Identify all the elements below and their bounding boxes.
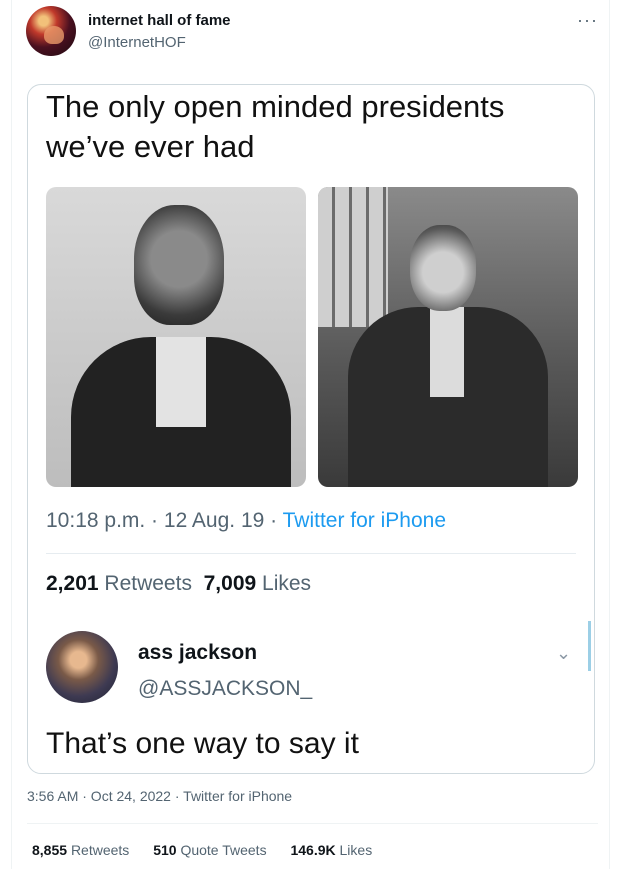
quoted-retweet-count: 2,201	[46, 572, 99, 595]
chevron-down-icon: ⌄	[556, 643, 572, 663]
reply-text: That’s one way to say it	[46, 727, 359, 760]
like-label: Likes	[339, 842, 373, 858]
tweet-view: internet hall of fame @InternetHOF ··· T…	[0, 0, 618, 869]
quoted-source: Twitter for iPhone	[282, 509, 447, 532]
quote-count: 510	[153, 842, 177, 858]
divider	[46, 553, 576, 554]
quoted-like-label: Likes	[262, 572, 312, 595]
quoted-like-count: 7,009	[203, 572, 257, 595]
like-count: 146.9K	[290, 842, 336, 858]
reply-handle: @ASSJACKSON_	[138, 677, 313, 700]
tweet-timestamp[interactable]: 3:56 AM · Oct 24, 2022 · Twitter for iPh…	[27, 788, 292, 804]
quoted-retweet-label: Retweets	[104, 572, 192, 595]
reply-name: ass jackson	[138, 641, 258, 664]
quoted-text: The only open minded presidents we’ve ev…	[46, 89, 505, 164]
quoted-stats: 2,201 Retweets 7,009 Likes	[46, 572, 311, 596]
retweet-count: 8,855	[32, 842, 68, 858]
reply-avatar	[46, 631, 118, 703]
more-icon[interactable]: ···	[577, 10, 598, 31]
retweet-label: Retweets	[70, 842, 130, 858]
quote-tweets-stat[interactable]: 510 Quote Tweets	[153, 842, 266, 858]
quoted-time: 10:18 p.m. · 12 Aug. 19 ·	[46, 509, 283, 532]
likes-stat[interactable]: 146.9K Likes	[290, 842, 372, 858]
quote-label: Quote Tweets	[180, 842, 267, 858]
tweet-header: internet hall of fame @InternetHOF ···	[26, 6, 604, 66]
retweets-stat[interactable]: 8,855 Retweets	[32, 842, 129, 858]
column-border-right	[609, 0, 610, 869]
kennedy-photo	[318, 187, 578, 487]
divider	[27, 823, 598, 824]
author-handle[interactable]: @InternetHOF	[88, 34, 186, 51]
lincoln-photo	[46, 187, 306, 487]
quoted-meta: 10:18 p.m. · 12 Aug. 19 · Twitter for iP…	[46, 509, 446, 533]
tweet-stats: 8,855 Retweets 510 Quote Tweets 146.9K L…	[32, 842, 392, 858]
column-border-left	[11, 0, 12, 869]
scroll-indicator	[588, 621, 591, 671]
author-avatar[interactable]	[26, 6, 76, 56]
author-name[interactable]: internet hall of fame	[88, 12, 231, 29]
tweet-image[interactable]: The only open minded presidents we’ve ev…	[27, 84, 595, 774]
